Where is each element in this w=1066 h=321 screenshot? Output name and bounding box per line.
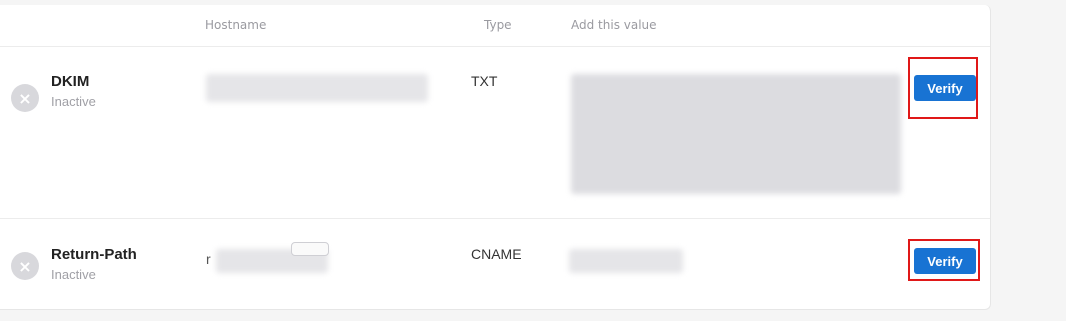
hostname-redacted <box>206 74 428 102</box>
table-row-dkim: × DKIM Inactive TXT Verify <box>0 47 990 219</box>
verify-highlight: Verify <box>908 57 978 119</box>
table-row-return-path: × Return-Path Inactive r CNAME Verify <box>0 219 990 309</box>
table-header: Hostname Type Add this value <box>0 5 990 47</box>
value-redacted <box>571 74 901 194</box>
value-column-header: Add this value <box>571 18 657 32</box>
hostname-column-header: Hostname <box>205 18 267 32</box>
type-column-header: Type <box>484 18 512 32</box>
verify-button[interactable]: Verify <box>914 75 976 101</box>
record-name: Return-Path <box>51 246 137 263</box>
hostname-prefix: r <box>206 251 211 267</box>
verify-highlight: Verify <box>908 239 980 281</box>
close-circle-icon: × <box>11 252 39 280</box>
record-status: Inactive <box>51 267 96 282</box>
dns-records-card: Hostname Type Add this value × DKIM Inac… <box>0 5 991 310</box>
close-circle-icon: × <box>11 84 39 112</box>
record-name: DKIM <box>51 73 90 90</box>
record-status: Inactive <box>51 94 96 109</box>
record-type: CNAME <box>471 246 522 262</box>
verify-button[interactable]: Verify <box>914 248 976 274</box>
copy-button[interactable] <box>291 242 329 256</box>
value-redacted <box>569 249 683 273</box>
record-type: TXT <box>471 73 498 89</box>
